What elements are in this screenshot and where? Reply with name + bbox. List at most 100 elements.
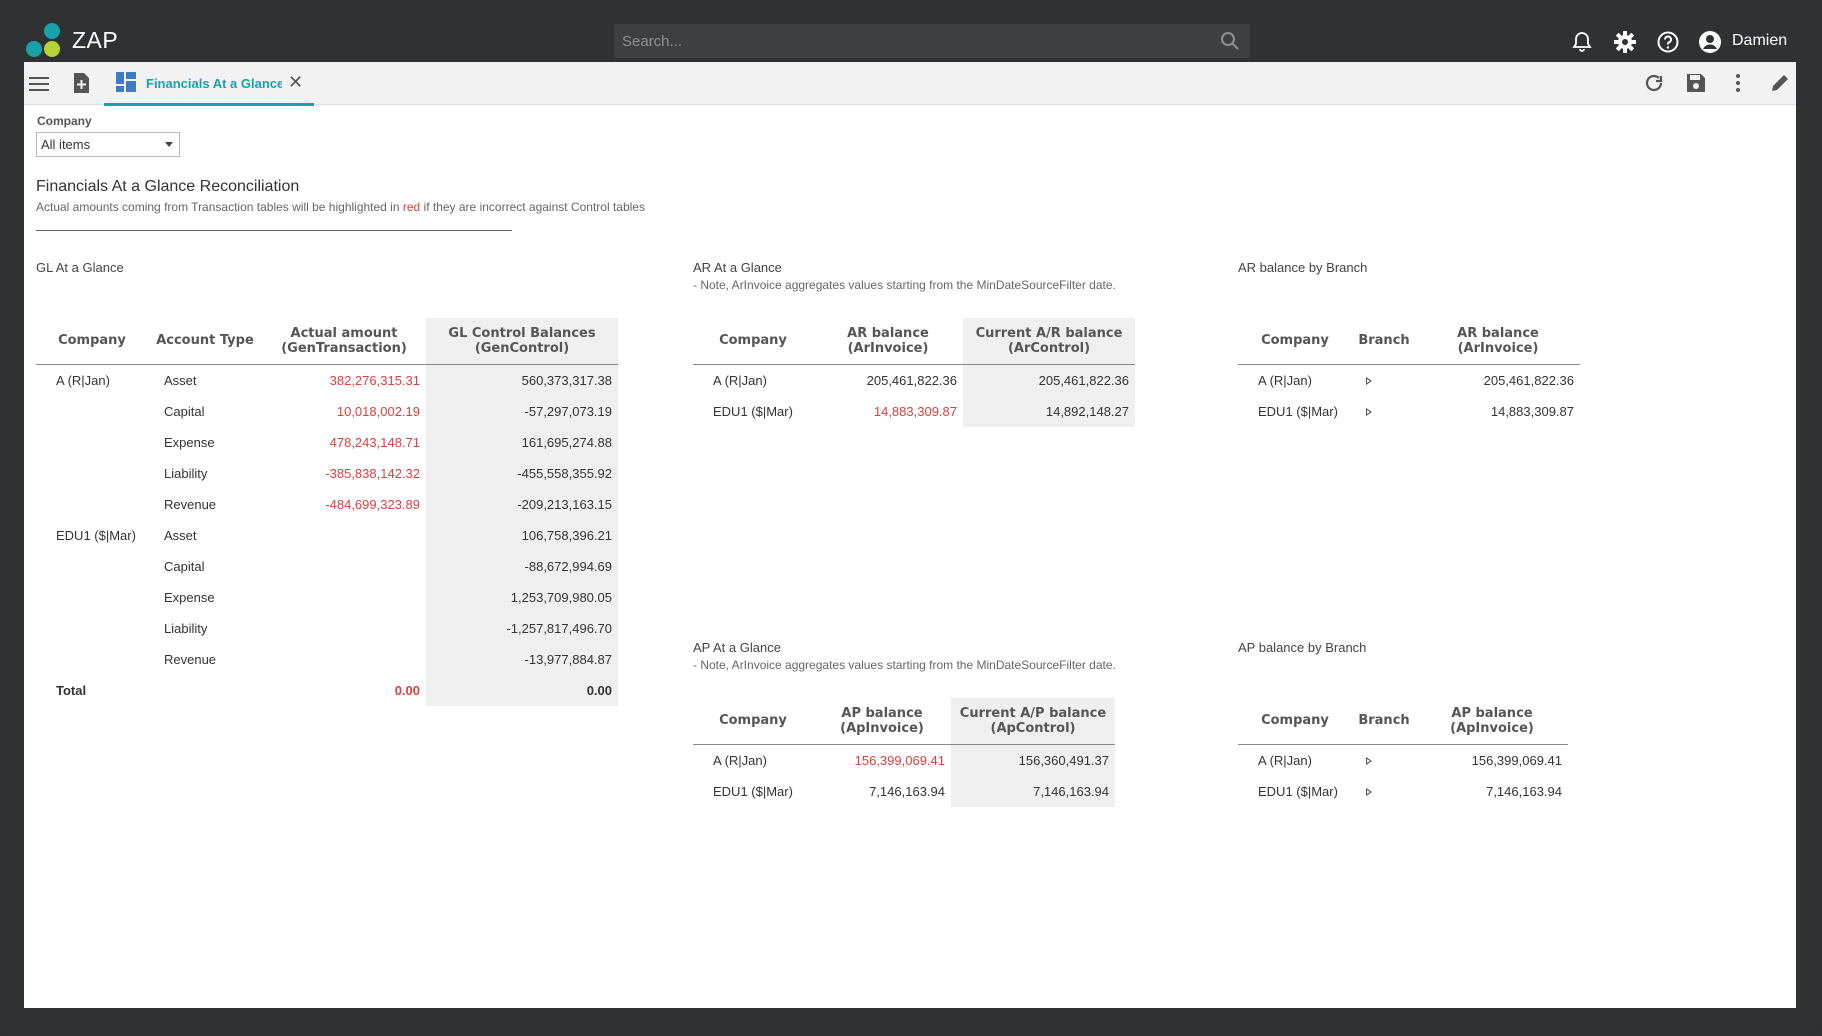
gl-cell-control: -209,213,163.15 [426,488,618,520]
app-name: ZAP [72,27,119,53]
table-row: EDU1 ($|Mar) 7,146,163.94 7,146,163.94 [693,775,1115,807]
search-input[interactable]: Search... [614,24,1250,58]
table-row: Capital -88,672,994.69 [36,550,618,582]
expand-triangle-icon[interactable] [1366,407,1372,416]
table-row: Revenue -13,977,884.87 [36,643,618,675]
gl-cell-account-type: Revenue [164,496,217,512]
gl-header-actual[interactable]: Actual amount (GenTransaction) [262,318,426,365]
ar-section-title: AR At a Glance [693,260,782,275]
dashboard-icon [116,72,136,92]
gl-cell-company [36,613,148,644]
save-icon[interactable] [1685,72,1707,94]
ar_branch-cell-balance: 14,883,309.87 [1490,403,1574,419]
ar-cell-balance: 205,461,822.36 [866,372,957,388]
ar-cell-company: A (R|Jan) [713,372,767,388]
table-total-row: Total 0.00 0.00 [36,674,618,706]
expand-triangle-icon[interactable] [1366,787,1372,796]
gl-cell-account-type: Capital [164,403,205,419]
gl-cell-actual [262,613,426,644]
gl-cell-control: 1,253,709,980.05 [426,581,618,613]
company-select[interactable]: All items [36,132,180,157]
table-row: A (R|Jan) 205,461,822.36 [1238,364,1580,396]
main-panel: Financials At a Glance ✕ Company All ite… [24,62,1796,1008]
ap_branch-cell-company: EDU1 ($|Mar) [1258,783,1338,799]
ar-branch-header-company[interactable]: Company [1238,318,1352,365]
gl-total-actual: 0.00 [394,682,420,698]
ap-header-balance[interactable]: AP balance (ApInvoice) [813,698,951,745]
ap_branch-cell-branch[interactable] [1352,776,1416,807]
tab-financials-at-a-glance[interactable]: Financials At a Glance ✕ [104,62,314,106]
gl-section-title: GL At a Glance [36,260,124,275]
gl-header-account-type[interactable]: Account Type [148,318,262,365]
new-document-icon[interactable] [70,72,92,94]
ar_branch-cell-balance: 205,461,822.36 [1483,372,1574,388]
user-avatar-icon[interactable] [1698,30,1722,54]
ap-cell-company: A (R|Jan) [713,752,767,768]
ar-header-balance[interactable]: AR balance (ArInvoice) [813,318,963,365]
gl-cell-actual [262,644,426,675]
table-row: Liability -1,257,817,496.70 [36,612,618,644]
chevron-down-icon [165,142,173,147]
top-bar: ZAP Search... Damien [0,0,1822,62]
expand-triangle-icon[interactable] [1366,756,1372,765]
ar_branch-cell-branch[interactable] [1352,364,1416,396]
edit-pencil-icon[interactable] [1769,72,1791,94]
ap-branch-header-branch[interactable]: Branch [1352,698,1416,745]
app-window: ZAP Search... Damien Financials At a Gla… [0,0,1822,1036]
gl-cell-control: -455,558,355.92 [426,457,618,489]
gl-cell-account-type: Revenue [164,651,217,667]
ar_branch-cell-branch[interactable] [1352,396,1416,427]
ap-header-company[interactable]: Company [693,698,813,745]
gl-cell-account-type: Expense [164,434,215,450]
gear-icon[interactable] [1613,30,1637,54]
ap_branch-cell-company: A (R|Jan) [1258,752,1312,768]
gl-cell-account-type: Liability [164,465,208,481]
gl-header-company[interactable]: Company [36,318,148,365]
ar-branch-header-branch[interactable]: Branch [1352,318,1416,365]
ap-cell-company: EDU1 ($|Mar) [713,783,793,799]
company-filter-label: Company [37,114,92,128]
bell-icon[interactable] [1570,30,1594,54]
gl-cell-actual: 10,018,002.19 [336,403,420,419]
ap-branch-section-title: AP balance by Branch [1238,640,1367,655]
hamburger-menu-icon[interactable] [28,73,50,95]
ar-branch-header-balance[interactable]: AR balance (ArInvoice) [1416,318,1580,365]
gl-table: Company Account Type Actual amount (GenT… [36,318,618,706]
ap-branch-header-company[interactable]: Company [1238,698,1352,745]
gl-total-empty [148,675,262,706]
ar-cell-control: 205,461,822.36 [963,364,1135,396]
gl-cell-control: -13,977,884.87 [426,643,618,675]
gl-cell-actual [262,551,426,582]
gl-total-control: 0.00 [426,674,618,706]
user-name[interactable]: Damien [1732,32,1787,50]
ap-header-control[interactable]: Current A/P balance (ApControl) [951,698,1115,745]
gl-header-control[interactable]: GL Control Balances (GenControl) [426,318,618,365]
ar-header-company[interactable]: Company [693,318,813,365]
close-tab-icon[interactable]: ✕ [288,72,303,93]
gl-cell-control: 106,758,396.21 [426,519,618,551]
search-icon[interactable] [1220,31,1240,51]
ar-header-control[interactable]: Current A/R balance (ArControl) [963,318,1135,365]
ar-table: Company AR balance (ArInvoice) Current A… [693,318,1135,427]
gl-cell-account-type: Asset [164,372,197,388]
table-row: Expense 478,243,148.71 161,695,274.88 [36,426,618,458]
ar-section-note: - Note, ArInvoice aggregates values star… [693,278,1116,292]
ar-cell-company: EDU1 ($|Mar) [713,403,793,419]
gl-cell-company [36,551,148,582]
table-row: A (R|Jan) 205,461,822.36 205,461,822.36 [693,364,1135,396]
table-row: Liability -385,838,142.32 -455,558,355.92 [36,457,618,489]
gl-cell-actual: 382,276,315.31 [329,372,420,388]
expand-triangle-icon[interactable] [1366,376,1372,385]
ap_branch-cell-branch[interactable] [1352,744,1416,776]
gl-cell-company [36,396,148,427]
company-select-value: All items [41,137,91,152]
ap-branch-header-balance[interactable]: AP balance (ApInvoice) [1416,698,1568,745]
ap_branch-cell-balance: 7,146,163.94 [1486,783,1562,799]
help-icon[interactable] [1656,30,1680,54]
more-options-icon[interactable] [1727,72,1749,94]
gl-total-label: Total [56,682,87,698]
table-row: EDU1 ($|Mar) 14,883,309.87 [1238,396,1580,427]
zap-logo-icon [26,23,60,57]
search-placeholder: Search... [622,33,683,50]
refresh-icon[interactable] [1643,72,1665,94]
